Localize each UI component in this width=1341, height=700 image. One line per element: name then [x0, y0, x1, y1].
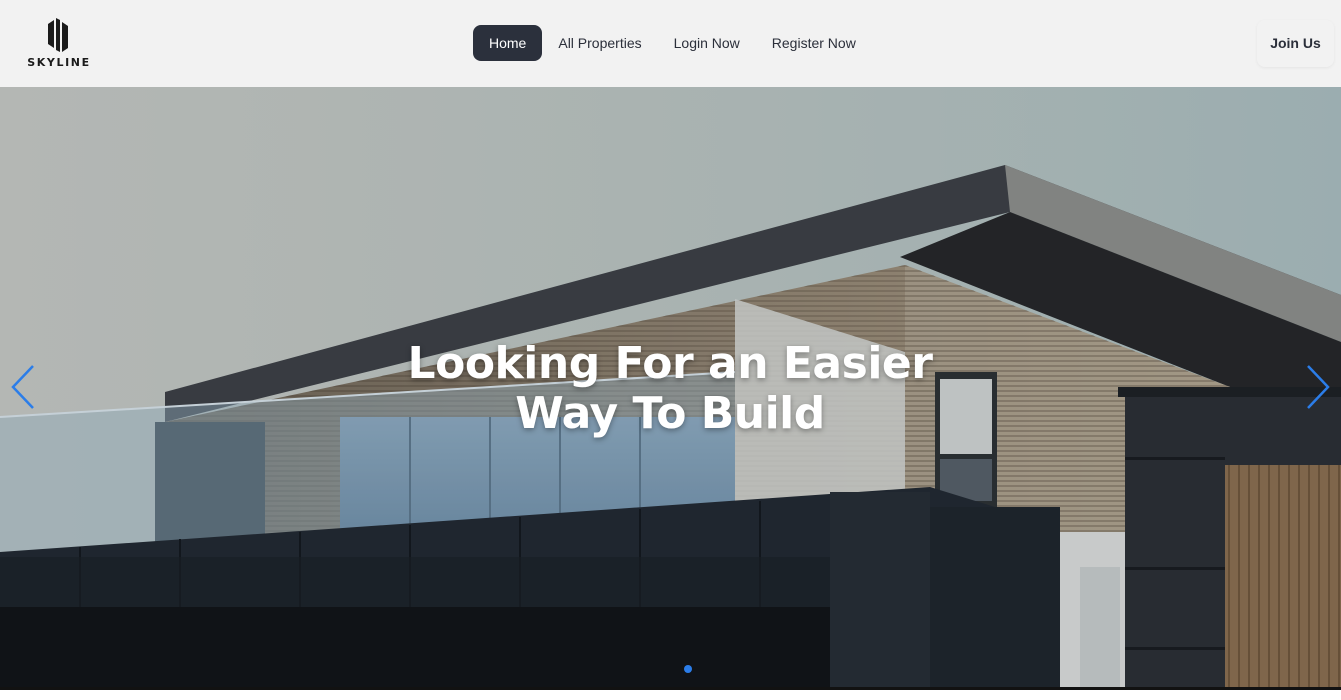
carousel-dot-active[interactable]: [684, 665, 692, 673]
brand-name: SKYLINE: [27, 56, 91, 69]
skyline-logo-icon: [48, 18, 68, 52]
nav-login[interactable]: Login Now: [658, 25, 756, 61]
join-us-button[interactable]: Join Us: [1257, 20, 1334, 67]
nav-home[interactable]: Home: [473, 25, 543, 61]
hero-carousel: Looking For an Easier Way To Build: [0, 87, 1341, 687]
nav-all-properties[interactable]: All Properties: [542, 25, 657, 61]
chevron-right-icon: [1307, 365, 1330, 409]
carousel-prev-button[interactable]: [8, 364, 38, 410]
brand-logo[interactable]: SKYLINE: [22, 18, 96, 69]
carousel-next-button[interactable]: [1303, 364, 1333, 410]
chevron-left-icon: [11, 365, 34, 409]
navbar: SKYLINE Home All Properties Login Now Re…: [0, 0, 1341, 87]
page-bottom: [0, 687, 1341, 700]
hero-title: Looking For an Easier Way To Build: [407, 338, 933, 439]
main-nav: Home All Properties Login Now Register N…: [473, 25, 872, 61]
nav-register[interactable]: Register Now: [756, 25, 872, 61]
divider: [0, 687, 1341, 690]
